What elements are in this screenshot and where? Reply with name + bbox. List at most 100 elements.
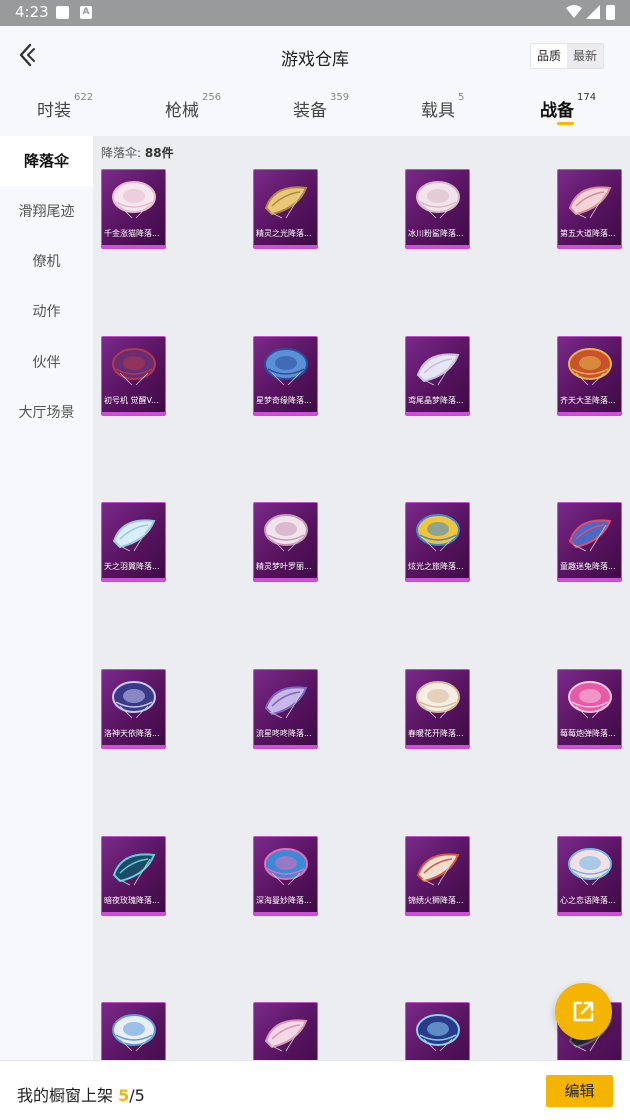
parachute-item-card[interactable]: 流星咚咚降落...	[253, 669, 318, 749]
sort-toggle: 品质 最新	[530, 43, 604, 69]
tab-active-indicator	[557, 122, 574, 125]
tab-count: 256	[202, 92, 222, 103]
parachute-item-card[interactable]: 初号机 觉醒V...	[101, 336, 166, 416]
parachute-art-icon	[264, 686, 308, 719]
parachute-item-card[interactable]: 洛神天依降落...	[101, 669, 166, 749]
sidebar-item-companion[interactable]: 伙伴	[0, 338, 93, 388]
status-time: 4:23	[15, 3, 49, 21]
parachute-art-icon	[568, 186, 612, 219]
parachute-art-icon	[416, 181, 460, 219]
sort-option-quality[interactable]: 品质	[531, 44, 567, 68]
item-name: 心之恋语降落...	[560, 896, 616, 905]
item-grid-area: 降落伞: 88件 千金涨猫降落... 精灵之光降落... 冰川粉鲨降落... 第…	[93, 136, 630, 1066]
tab-count: 622	[74, 92, 94, 103]
parachute-art-icon	[416, 853, 460, 886]
item-name: 春暖花开降落...	[408, 729, 464, 738]
parachute-item-card[interactable]	[101, 1002, 166, 1066]
item-name: 精灵梦叶罗丽...	[256, 562, 312, 571]
parachute-item-card[interactable]: 天之羽翼降落...	[101, 502, 166, 582]
sort-option-newest[interactable]: 最新	[567, 44, 603, 68]
sidebar-item-glide-trail[interactable]: 滑翔尾迹	[0, 187, 93, 237]
parachute-art-icon	[416, 353, 460, 386]
parachute-item-card[interactable]: 精灵梦叶罗丽...	[253, 502, 318, 582]
bottom-bar: 我的橱窗上架 5/5 编辑	[0, 1060, 630, 1120]
sidebar-item-parachute[interactable]: 降落伞	[0, 136, 93, 186]
notification-icon	[56, 6, 69, 19]
tab-count: 359	[330, 92, 350, 103]
parachute-item-card[interactable]: 心之恋语降落...	[557, 836, 622, 916]
parachute-art-icon	[264, 848, 308, 886]
parachute-art-icon	[568, 848, 612, 886]
parachute-art-icon	[416, 681, 460, 719]
wifi-icon	[566, 5, 582, 18]
tab-battle-gear[interactable]: 战备174	[540, 92, 596, 121]
item-name: 鸢尾晶梦降落...	[408, 396, 464, 405]
parachute-item-card[interactable]: 深海曼妙降落...	[253, 836, 318, 916]
parachute-art-icon	[264, 1019, 308, 1052]
parachute-item-card[interactable]: 鸢尾晶梦降落...	[405, 336, 470, 416]
item-name: 第五大道降落...	[560, 229, 616, 238]
parachute-art-icon	[112, 348, 156, 386]
tab-label: 枪械	[165, 101, 199, 121]
item-name: 童趣迷兔降落...	[560, 562, 616, 571]
item-name: 暗夜玫瑰降落...	[104, 896, 160, 905]
tab-weapons[interactable]: 枪械256	[165, 92, 221, 121]
parachute-art-icon	[112, 681, 156, 719]
parachute-art-icon	[416, 514, 460, 552]
tab-fashion[interactable]: 时装622	[37, 92, 93, 121]
sidebar-item-lobby-scene[interactable]: 大厅场景	[0, 388, 93, 438]
share-button[interactable]	[555, 983, 612, 1040]
item-name: 初号机 觉醒V...	[104, 396, 159, 405]
share-external-icon	[573, 1001, 594, 1022]
signal-icon	[586, 5, 600, 19]
item-name: 星梦奇缘降落...	[256, 396, 312, 405]
parachute-art-icon	[264, 186, 308, 219]
tab-vehicles[interactable]: 载具5	[421, 92, 464, 121]
battery-icon	[606, 5, 615, 20]
parachute-item-card[interactable]: 莓莓炮弹降落...	[557, 669, 622, 749]
parachute-item-card[interactable]: 星梦奇缘降落...	[253, 336, 318, 416]
item-name: 精灵之光降落...	[256, 229, 312, 238]
parachute-art-icon	[264, 348, 308, 386]
tab-label: 战备	[540, 101, 574, 121]
item-name: 千金涨猫降落...	[104, 229, 160, 238]
item-name: 冰川粉鲨降落...	[408, 229, 464, 238]
parachute-item-card[interactable]: 第五大道降落...	[557, 169, 622, 249]
tab-label: 载具	[421, 101, 455, 121]
parachute-item-card[interactable]: 春暖花开降落...	[405, 669, 470, 749]
item-name: 炫光之旅降落...	[408, 562, 464, 571]
parachute-item-card[interactable]	[253, 1002, 318, 1066]
parachute-item-card[interactable]: 童趣迷兔降落...	[557, 502, 622, 582]
item-count: 降落伞: 88件	[101, 144, 174, 161]
parachute-item-card[interactable]: 暗夜玫瑰降落...	[101, 836, 166, 916]
parachute-item-card[interactable]: 锦绣火狮降落...	[405, 836, 470, 916]
edit-button[interactable]: 编辑	[546, 1075, 613, 1107]
parachute-item-card[interactable]: 精灵之光降落...	[253, 169, 318, 249]
parachute-art-icon	[112, 181, 156, 219]
showcase-status: 我的橱窗上架 5/5	[17, 1082, 145, 1106]
tab-label: 装备	[293, 101, 327, 121]
parachute-item-card[interactable]: 冰川粉鲨降落...	[405, 169, 470, 249]
header: 游戏仓库 品质 最新	[0, 26, 630, 84]
parachute-item-card[interactable]: 炫光之旅降落...	[405, 502, 470, 582]
parachute-art-icon	[416, 1014, 460, 1052]
parachute-art-icon	[112, 853, 156, 886]
parachute-art-icon	[568, 348, 612, 386]
item-count-value: 88件	[144, 146, 174, 160]
parachute-item-card[interactable]: 千金涨猫降落...	[101, 169, 166, 249]
tab-equipment[interactable]: 装备359	[293, 92, 349, 121]
status-bar: 4:23 A	[0, 0, 630, 26]
item-name: 洛神天依降落...	[104, 729, 160, 738]
item-name: 深海曼妙降落...	[256, 896, 312, 905]
showcase-label: 我的橱窗上架	[17, 1086, 114, 1105]
showcase-total: 5	[134, 1086, 145, 1105]
tab-count: 5	[458, 92, 465, 103]
tab-count: 174	[577, 92, 597, 103]
tab-label: 时装	[37, 101, 71, 121]
item-count-label: 降落伞:	[101, 146, 142, 160]
sidebar-item-wingman[interactable]: 僚机	[0, 237, 93, 287]
parachute-item-card[interactable]: 齐天大圣降落...	[557, 336, 622, 416]
sidebar-item-emote[interactable]: 动作	[0, 287, 93, 337]
parachute-item-card[interactable]	[405, 1002, 470, 1066]
app-notification-icon: A	[80, 6, 92, 19]
